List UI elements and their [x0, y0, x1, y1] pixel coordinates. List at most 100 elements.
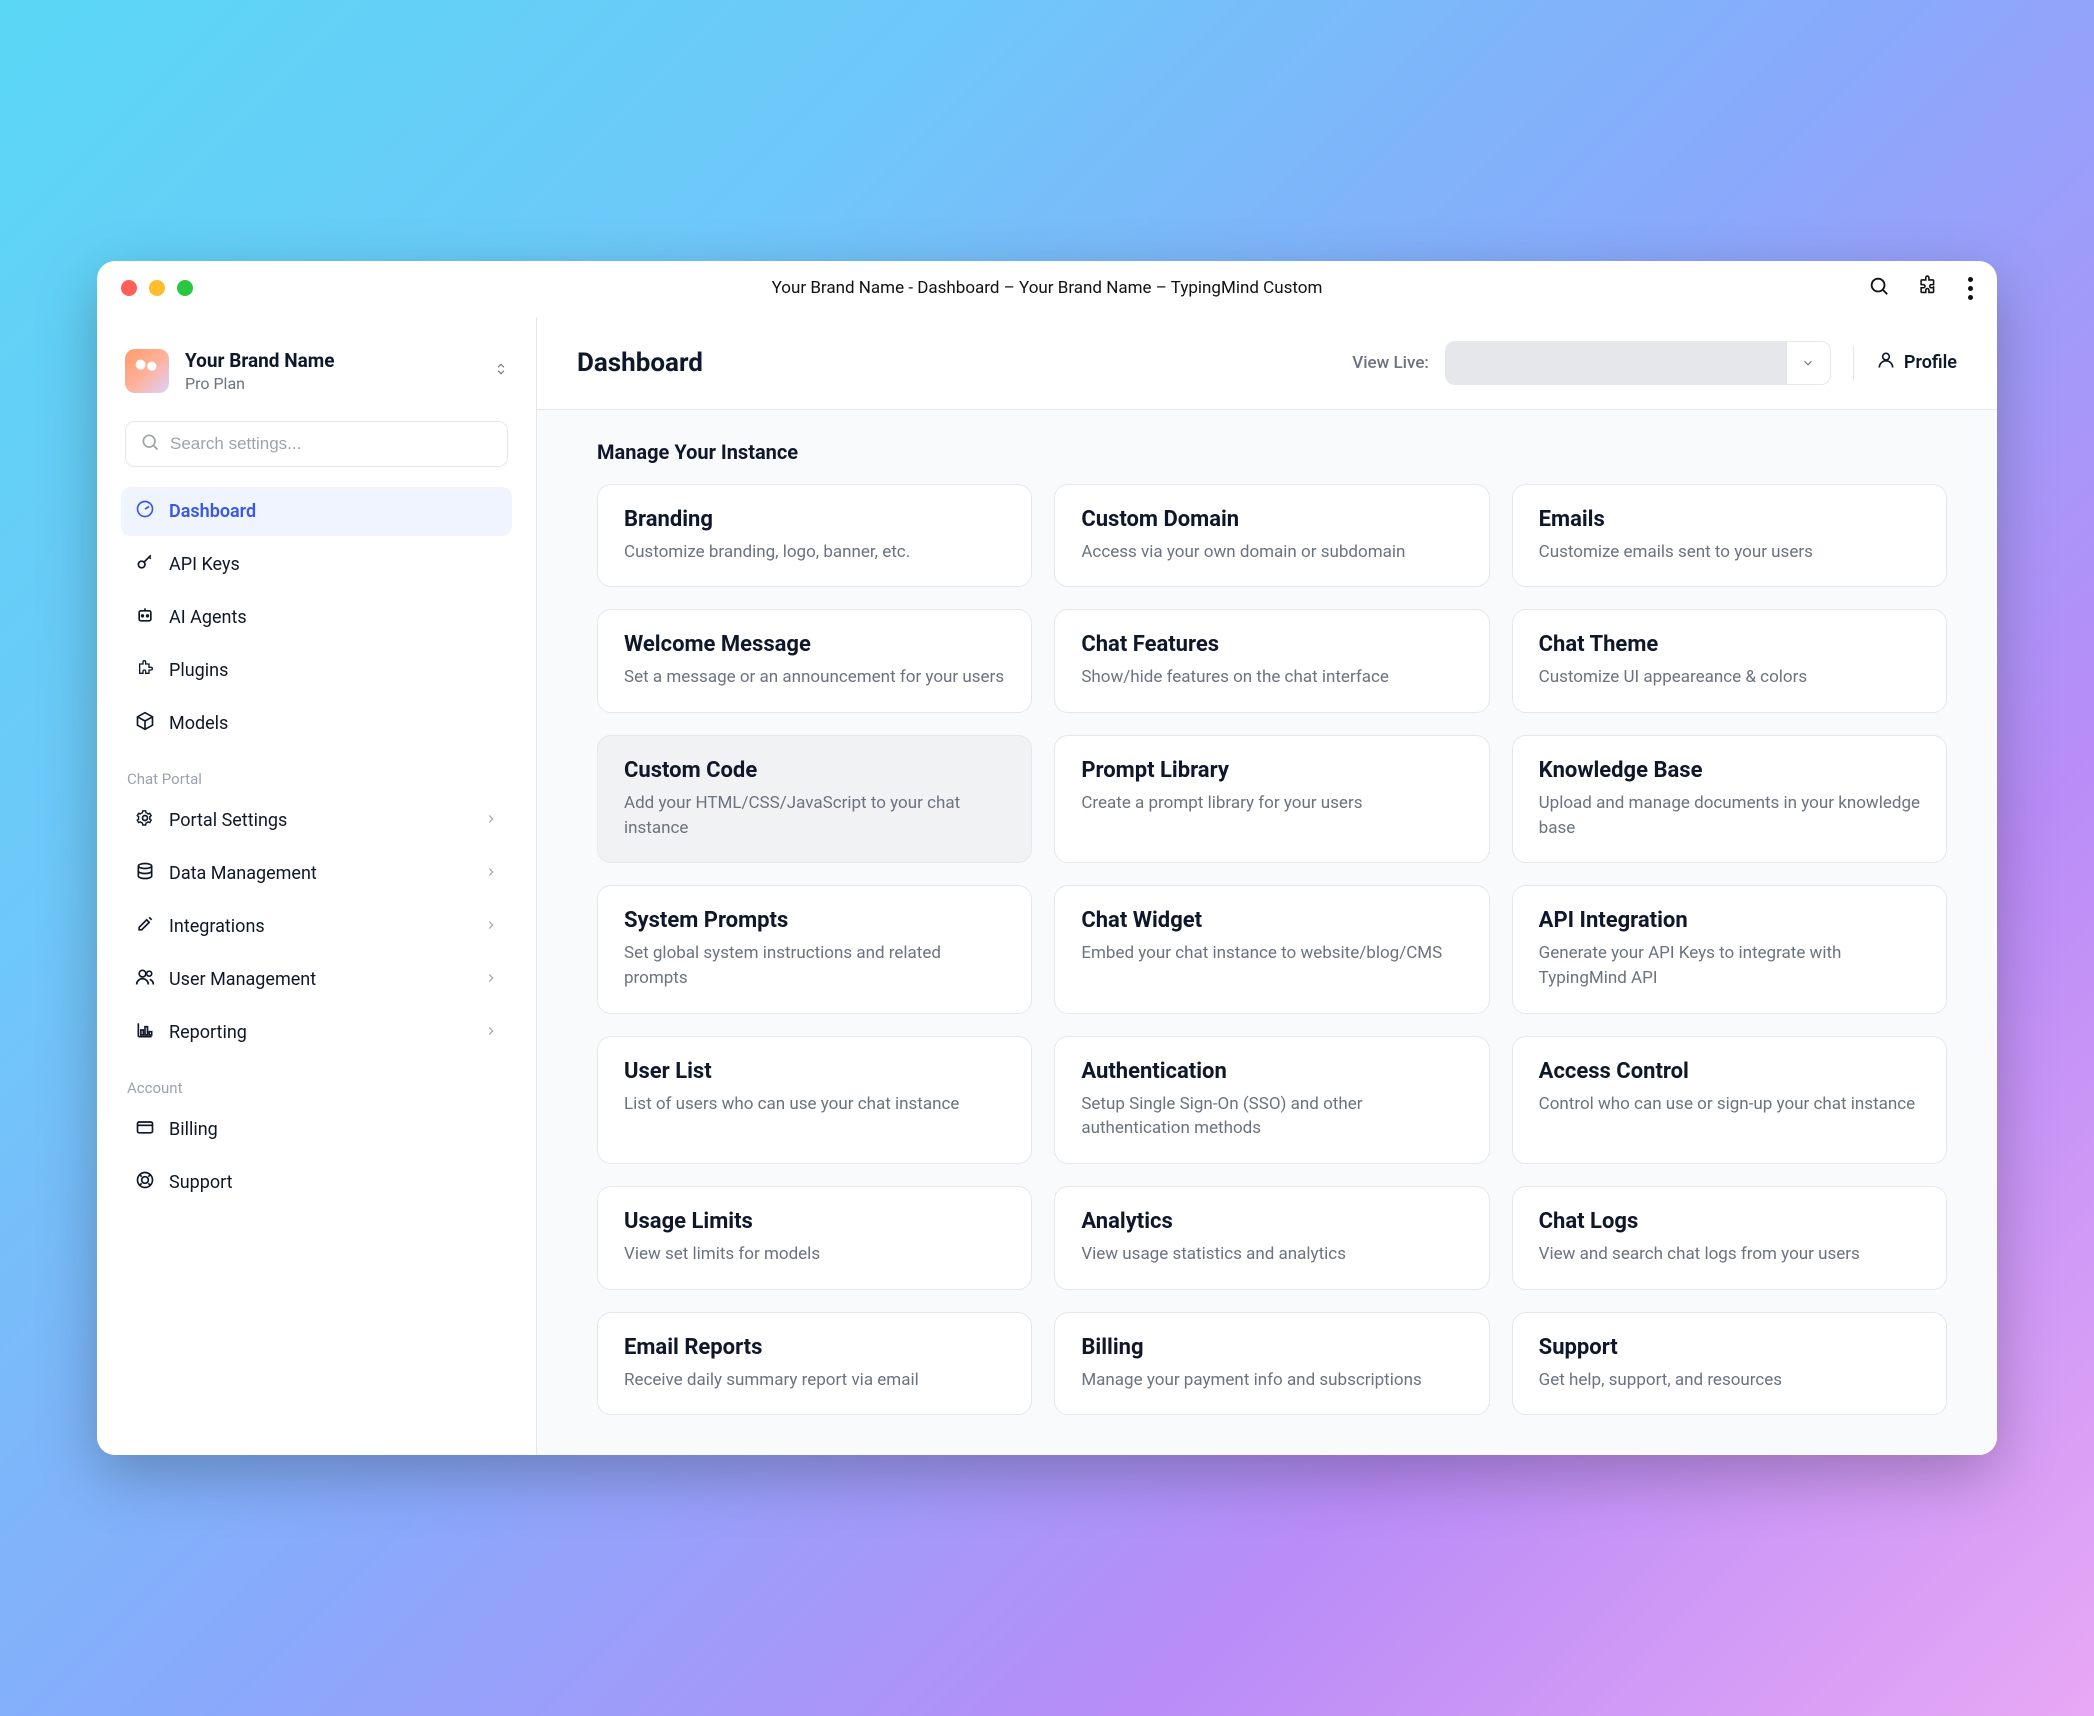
card-access-control[interactable]: Access ControlControl who can use or sig… [1512, 1036, 1947, 1164]
nav-label: Portal Settings [169, 810, 287, 831]
brand-logo [125, 349, 169, 393]
account-nav: Billing Support [113, 1105, 520, 1207]
divider [1853, 345, 1854, 381]
nav-label: Plugins [169, 660, 228, 681]
nav-data-management[interactable]: Data Management [121, 849, 512, 898]
card-api-integration[interactable]: API IntegrationGenerate your API Keys to… [1512, 885, 1947, 1013]
section-title: Manage Your Instance [597, 440, 1947, 464]
card-title: Branding [624, 507, 1005, 532]
content-area: Manage Your Instance Branding Customize b… [537, 410, 1997, 1455]
card-description: Control who can use or sign-up your chat… [1539, 1092, 1920, 1117]
search-input[interactable] [170, 434, 493, 454]
card-title: Analytics [1081, 1209, 1462, 1234]
sidebar: Your Brand Name Pro Plan Dashboard [97, 317, 537, 1455]
nav-label: Models [169, 713, 228, 734]
extensions-icon[interactable] [1918, 275, 1940, 301]
gauge-icon [135, 499, 155, 524]
card-title: Usage Limits [624, 1209, 1005, 1234]
card-custom-code[interactable]: Custom CodeAdd your HTML/CSS/JavaScript … [597, 735, 1032, 863]
nav-label: User Management [169, 969, 316, 990]
chevron-right-icon [484, 916, 498, 937]
card-icon [135, 1117, 155, 1142]
card-emails[interactable]: EmailsCustomize emails sent to your user… [1512, 484, 1947, 588]
nav-user-management[interactable]: User Management [121, 955, 512, 1004]
nav-portal-settings[interactable]: Portal Settings [121, 796, 512, 845]
card-authentication[interactable]: AuthenticationSetup Single Sign-On (SSO)… [1054, 1036, 1489, 1164]
nav-label: Support [169, 1172, 233, 1193]
nav-reporting[interactable]: Reporting [121, 1008, 512, 1057]
card-branding[interactable]: Branding Customize branding, logo, banner… [597, 484, 1032, 588]
profile-button[interactable]: Profile [1876, 350, 1957, 375]
card-description: Get help, support, and resources [1539, 1368, 1920, 1393]
card-description: Customize emails sent to your users [1539, 540, 1920, 565]
nav-label: AI Agents [169, 607, 247, 628]
nav-api-keys[interactable]: API Keys [121, 540, 512, 589]
card-chat-widget[interactable]: Chat WidgetEmbed your chat instance to w… [1054, 885, 1489, 1013]
nav-integrations[interactable]: Integrations [121, 902, 512, 951]
card-support[interactable]: Support Get help, support, and resources [1512, 1312, 1947, 1416]
card-description: Access via your own domain or subdomain [1081, 540, 1462, 565]
close-window-button[interactable] [121, 280, 137, 296]
card-title: User List [624, 1059, 1005, 1084]
nav-label: Data Management [169, 863, 317, 884]
gear-icon [135, 808, 155, 833]
user-icon [1876, 350, 1896, 375]
card-title: Chat Logs [1539, 1209, 1920, 1234]
cards-grid: Branding Customize branding, logo, banner… [597, 484, 1947, 1415]
card-title: Chat Features [1081, 632, 1462, 657]
card-description: Customize branding, logo, banner, etc. [624, 540, 1005, 565]
primary-nav: Dashboard API Keys AI Agents Plugins Mod… [113, 487, 520, 748]
card-analytics[interactable]: AnalyticsView usage statistics and analy… [1054, 1186, 1489, 1290]
card-description: Customize UI appeareance & colors [1539, 665, 1920, 690]
robot-icon [135, 605, 155, 630]
nav-billing[interactable]: Billing [121, 1105, 512, 1154]
card-title: Welcome Message [624, 632, 1005, 657]
card-title: Custom Domain [1081, 507, 1462, 532]
profile-label: Profile [1904, 352, 1957, 373]
card-custom-domain[interactable]: Custom Domain Access via your own domain … [1054, 484, 1489, 588]
card-system-prompts[interactable]: System PromptsSet global system instruct… [597, 885, 1032, 1013]
window-title: Your Brand Name - Dashboard – Your Brand… [121, 278, 1973, 298]
search-icon[interactable] [1868, 275, 1890, 301]
brand-switcher[interactable]: Your Brand Name Pro Plan [113, 341, 520, 413]
card-welcome-message[interactable]: Welcome Message Set a message or an annou… [597, 609, 1032, 713]
card-user-list[interactable]: User List List of users who can use your … [597, 1036, 1032, 1164]
nav-support[interactable]: Support [121, 1158, 512, 1207]
card-description: List of users who can use your chat inst… [624, 1092, 1005, 1117]
maximize-window-button[interactable] [177, 280, 193, 296]
card-knowledge-base[interactable]: Knowledge BaseUpload and manage document… [1512, 735, 1947, 863]
card-title: System Prompts [624, 908, 1005, 933]
card-chat-logs[interactable]: Chat LogsView and search chat logs from … [1512, 1186, 1947, 1290]
view-live-label: View Live: [1352, 353, 1429, 373]
card-description: Set a message or an announcement for you… [624, 665, 1005, 690]
settings-search[interactable] [125, 421, 508, 467]
minimize-window-button[interactable] [149, 280, 165, 296]
main-content: Dashboard View Live: Profile [537, 317, 1997, 1455]
card-prompt-library[interactable]: Prompt LibraryCreate a prompt library fo… [1054, 735, 1489, 863]
lifebuoy-icon [135, 1170, 155, 1195]
nav-plugins[interactable]: Plugins [121, 646, 512, 695]
card-usage-limits[interactable]: Usage Limits View set limits for models [597, 1186, 1032, 1290]
card-description: Show/hide features on the chat interface [1081, 665, 1462, 690]
card-description: View set limits for models [624, 1242, 1005, 1267]
card-email-reports[interactable]: Email ReportsReceive daily summary repor… [597, 1312, 1032, 1416]
tools-icon [135, 914, 155, 939]
view-live-dropdown[interactable] [1445, 341, 1831, 385]
key-icon [135, 552, 155, 577]
card-title: Support [1539, 1335, 1920, 1360]
more-menu-button[interactable] [1968, 277, 1973, 300]
card-title: Chat Theme [1539, 632, 1920, 657]
page-title: Dashboard [577, 348, 703, 378]
database-icon [135, 861, 155, 886]
nav-models[interactable]: Models [121, 699, 512, 748]
page-header: Dashboard View Live: Profile [537, 317, 1997, 410]
card-description: Add your HTML/CSS/JavaScript to your cha… [624, 791, 1005, 840]
card-description: Setup Single Sign-On (SSO) and other aut… [1081, 1092, 1462, 1141]
card-chat-theme[interactable]: Chat Theme Customize UI appeareance & col… [1512, 609, 1947, 713]
card-description: Embed your chat instance to website/blog… [1081, 941, 1462, 966]
card-billing[interactable]: BillingManage your payment info and subs… [1054, 1312, 1489, 1416]
section-chat-portal: Chat Portal [113, 748, 520, 796]
nav-ai-agents[interactable]: AI Agents [121, 593, 512, 642]
card-chat-features[interactable]: Chat Features Show/hide features on the c… [1054, 609, 1489, 713]
nav-dashboard[interactable]: Dashboard [121, 487, 512, 536]
